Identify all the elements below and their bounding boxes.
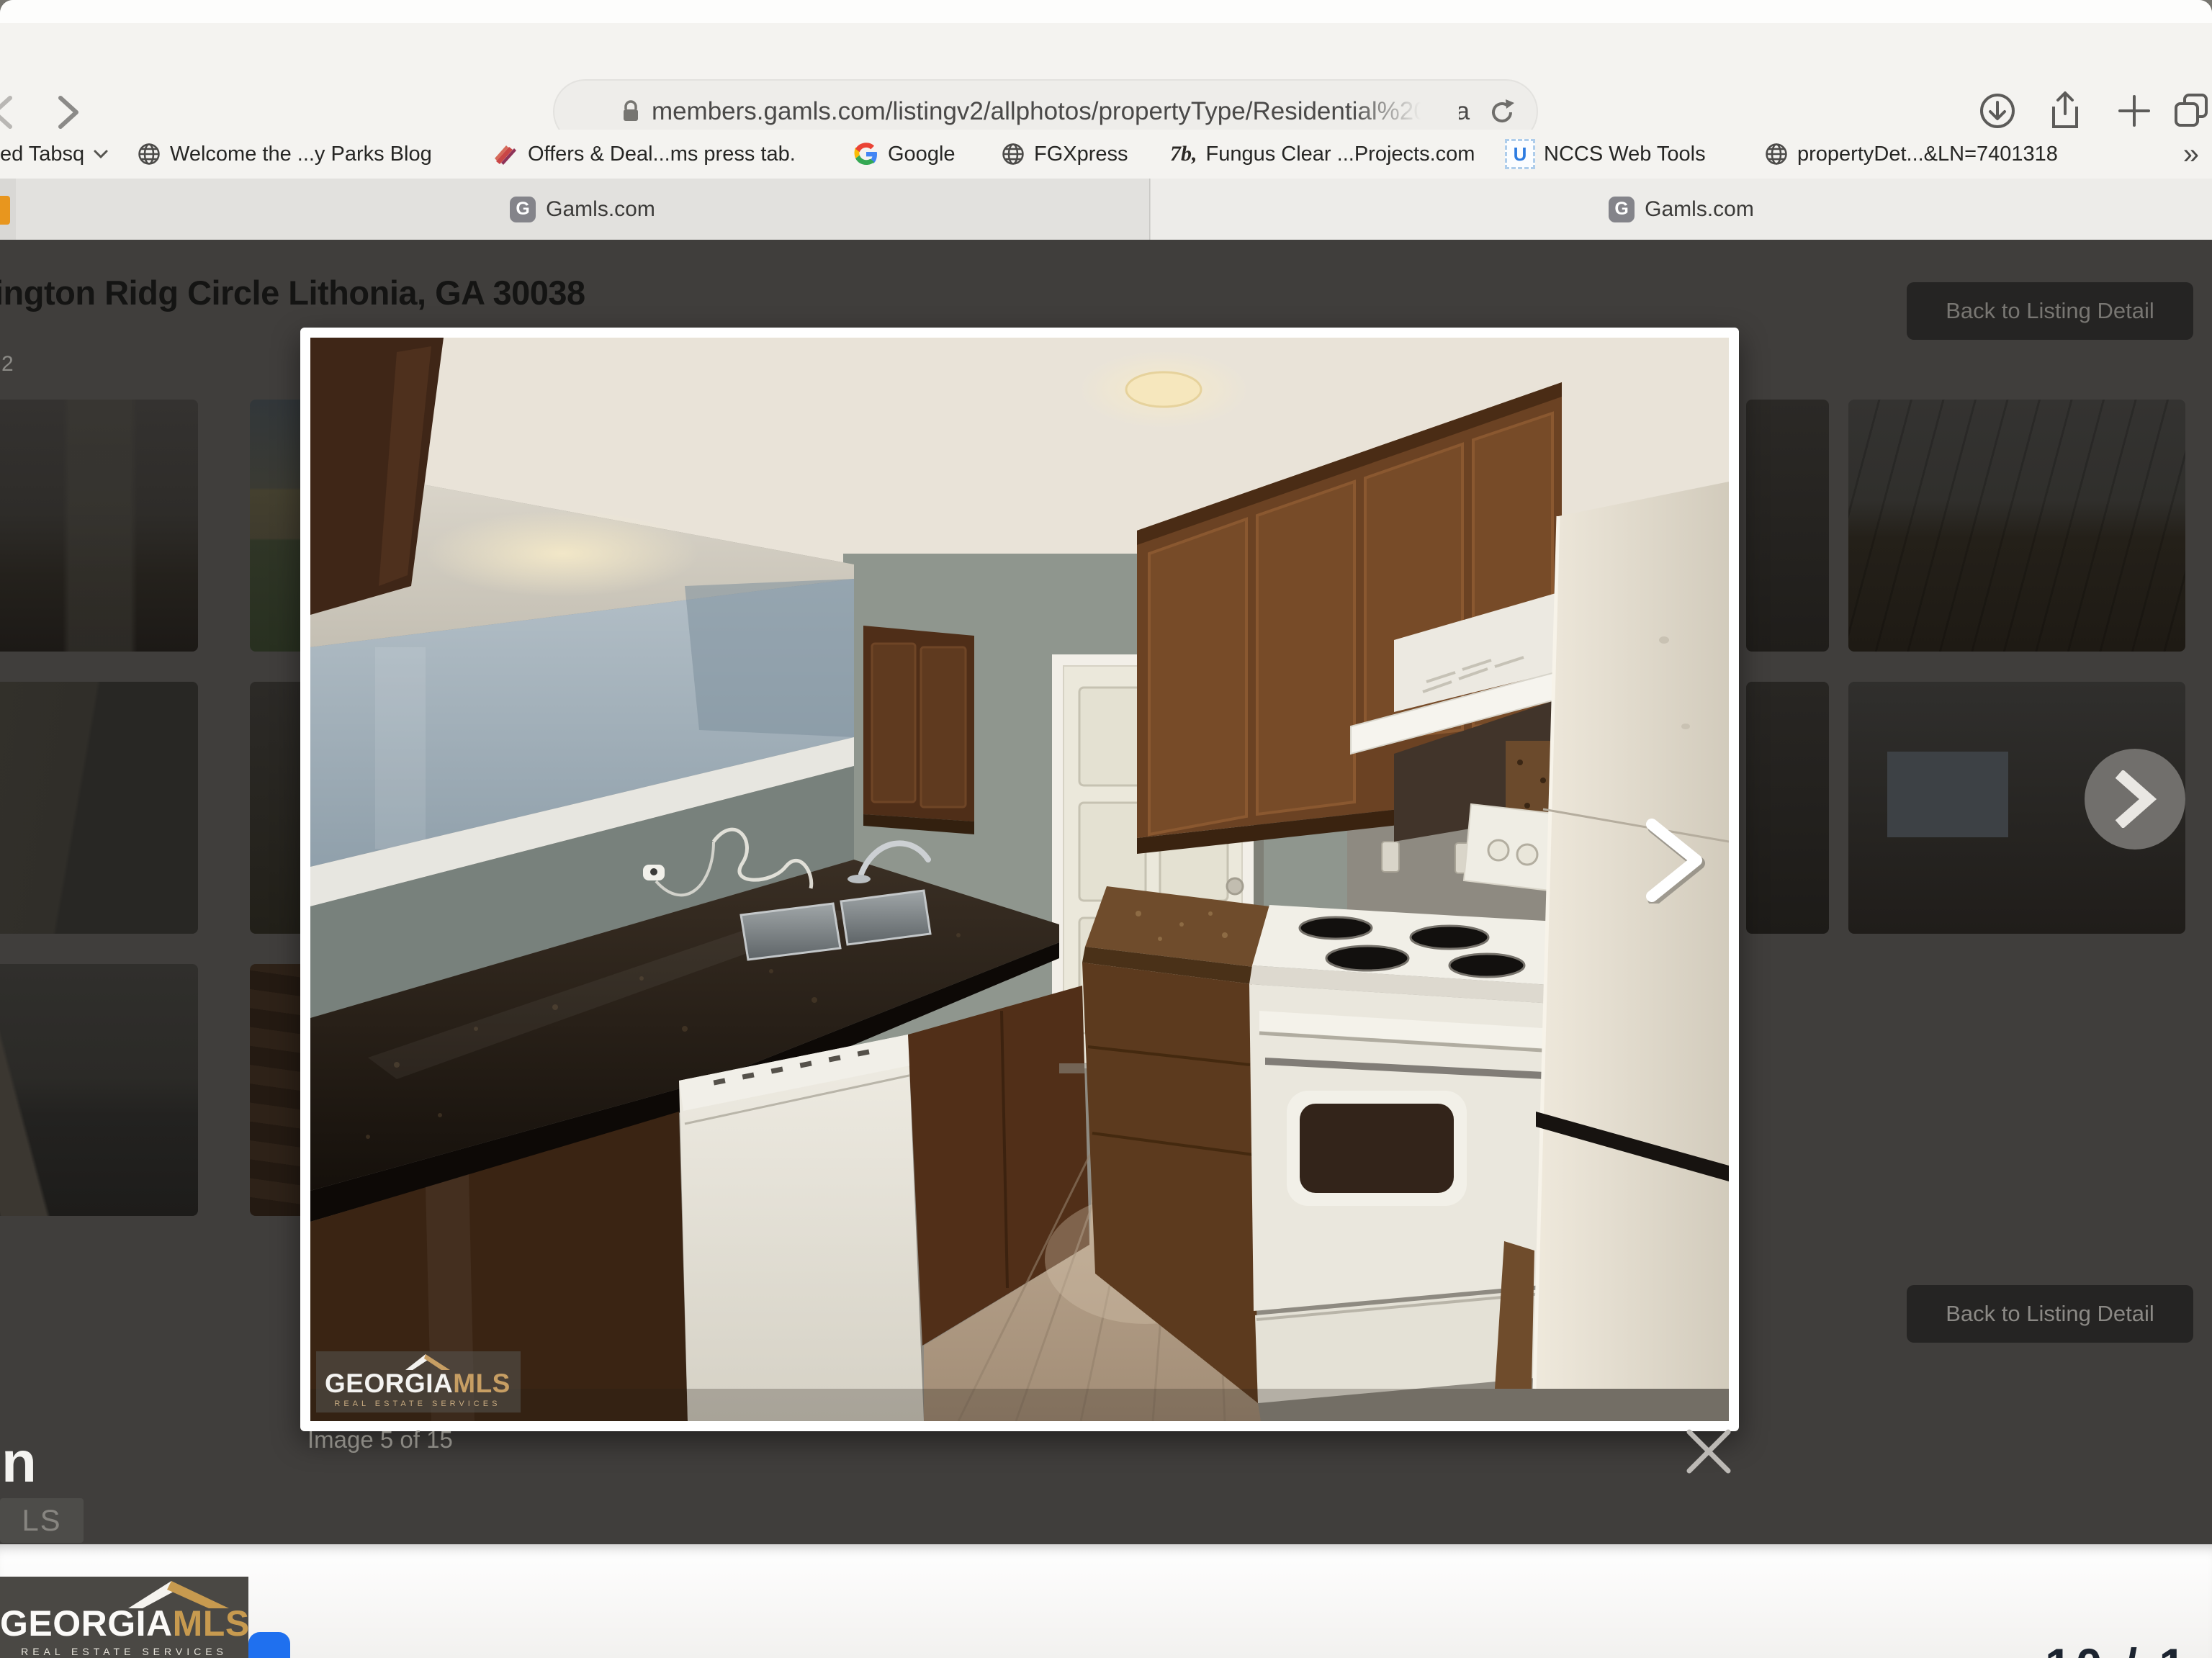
globe-icon [137,142,161,166]
logo-mls: MLS [173,1603,248,1644]
reload-icon[interactable] [1486,96,1518,128]
back-to-listing-button-bottom[interactable]: Back to Listing Detail [1907,1285,2193,1343]
gamls-favicon: G [510,197,536,222]
thumbnail-next-button[interactable] [2085,749,2185,850]
kitchen-photo: GEORGIAMLS REAL ESTATE SERVICES [310,338,1729,1421]
bookmark-fgxpress[interactable]: FGXpress [1001,130,1128,179]
globe-icon [1764,142,1789,166]
photo-next-chevron-icon[interactable] [1641,814,1706,904]
roof-icon [121,1580,229,1608]
lock-icon [621,99,640,124]
page-footer: GEORGIAMLS REAL ESTATE SERVICES 10 / 1 [0,1544,2212,1658]
bookmark-label: Welcome the ...y Parks Blog [170,143,432,166]
footer-text-fragment: n [1,1429,37,1495]
next-chevron-icon [2112,770,2158,828]
url-text: members.gamls.com/listingv2/allphotos/pr… [652,97,1470,126]
bookmark-label: propertyDet...&LN=7401318 [1797,143,2058,166]
script-7b-icon: 7b, [1170,142,1197,166]
bookmarks-overflow-chevron[interactable]: » [2183,130,2199,179]
tab-label: Gamls.com [546,197,655,222]
downloads-icon[interactable] [1977,91,2018,131]
forward-icon[interactable] [50,92,82,132]
thumbnail[interactable] [0,400,198,652]
google-icon [853,141,879,167]
thumbnail[interactable] [0,964,198,1216]
browser-window: members.gamls.com/listingv2/allphotos/pr… [0,0,2212,1658]
page-counter: 10 / 1 [2045,1638,2190,1658]
logo-georgia: GEORGIA [0,1603,173,1644]
bookmark-parks-blog[interactable]: Welcome the ...y Parks Blog [137,130,432,179]
tab-overview-icon[interactable] [2172,91,2212,131]
back-icon[interactable] [0,92,20,132]
roof-icon [405,1354,450,1370]
dimmed-mls-logo: LS [0,1498,84,1543]
chevron-down-icon [93,149,109,159]
georgia-mls-logo[interactable]: GEORGIAMLS REAL ESTATE SERVICES [0,1577,248,1658]
new-tab-icon[interactable] [2114,91,2154,131]
tab-gamls-2-active[interactable]: G Gamls.com [1151,179,2212,240]
bookmark-fungus-clear[interactable]: 7b, Fungus Clear ...Projects.com [1170,130,1475,179]
watermark-mls: MLS [453,1369,511,1398]
watermark-georgia: GEORGIA [325,1369,453,1398]
bookmark-label: FGXpress [1034,143,1128,166]
window-titlebar [0,0,2212,24]
bookmark-property-detail[interactable]: propertyDet...&LN=7401318 [1764,130,2058,179]
share-icon[interactable] [2045,91,2085,131]
bookmarks-bar: ed Tabsq Welcome the ...y Parks Blog Off… [0,130,2212,179]
globe-icon [1001,142,1025,166]
tab-bar: G Gamls.com G Gamls.com [0,179,2212,240]
bookmark-label: ed Tabsq [0,143,84,166]
bookmark-label: Fungus Clear ...Projects.com [1206,143,1475,166]
photo-gallery-overlay: ington Ridg Circle Lithonia, GA 30038 2 … [0,240,2212,1544]
letter-u-icon: U [1505,139,1535,169]
bookmark-label: NCCS Web Tools [1544,143,1706,166]
watermark-tagline: REAL ESTATE SERVICES [325,1400,511,1408]
bookmark-google[interactable]: Google [853,130,956,179]
bookmark-label: Offers & Deal...ms press tab. [528,143,796,166]
blue-action-button[interactable] [248,1632,290,1658]
gamls-favicon: G [1609,197,1635,222]
tab-gamls-1[interactable]: G Gamls.com [16,179,1150,240]
cut-tab-favicon[interactable] [0,196,10,225]
dimmed-mls-letters: LS [22,1503,61,1538]
thumbnail[interactable] [1848,400,2185,652]
tab-label: Gamls.com [1645,197,1754,222]
ribbon-icon [493,143,519,166]
bookmark-tab-group[interactable]: ed Tabsq [0,130,109,179]
browser-toolbar: members.gamls.com/listingv2/allphotos/pr… [0,23,2212,130]
bookmark-label: Google [888,143,956,166]
bookmark-nccs[interactable]: U NCCS Web Tools [1505,130,1706,179]
thumbnail[interactable] [1746,400,1829,652]
logo-tagline: REAL ESTATE SERVICES [0,1646,248,1657]
kitchen-scene [310,338,1729,1421]
listing-address-title: ington Ridg Circle Lithonia, GA 30038 [0,273,585,312]
image-counter-caption: Image 5 of 15 [307,1426,453,1454]
thumbnail[interactable] [0,682,198,934]
georgia-mls-watermark: GEORGIAMLS REAL ESTATE SERVICES [316,1351,521,1413]
back-to-listing-button[interactable]: Back to Listing Detail [1907,282,2193,340]
thumbnail[interactable] [1746,682,1829,934]
bookmark-offers-deals[interactable]: Offers & Deal...ms press tab. [493,130,796,179]
lightbox-photo-frame: GEORGIAMLS REAL ESTATE SERVICES [300,328,1739,1431]
listing-subtitle-fragment: 2 [1,352,14,377]
close-icon[interactable] [1679,1422,1738,1481]
